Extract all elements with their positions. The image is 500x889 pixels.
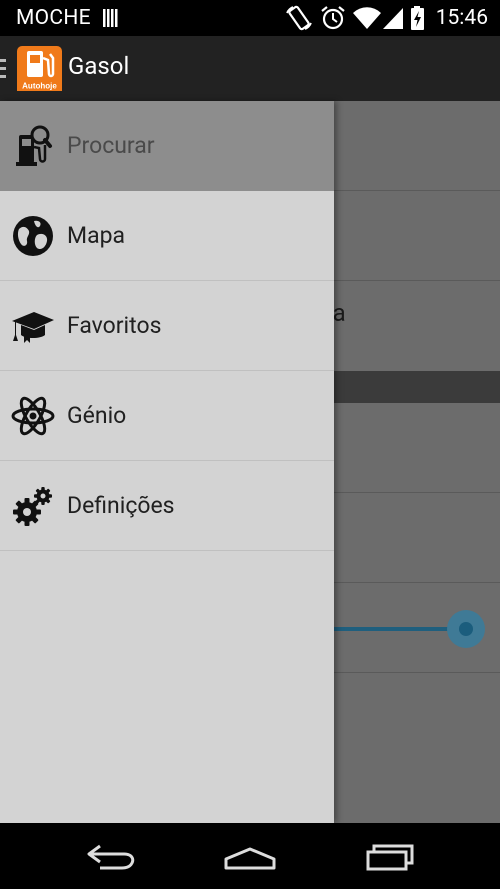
recent-apps-icon[interactable]	[364, 837, 416, 877]
atom-icon	[11, 396, 55, 436]
battery-charging-icon	[410, 6, 424, 30]
wifi-icon	[352, 7, 381, 29]
gears-icon	[13, 487, 52, 526]
drawer-item-definicoes[interactable]: Definições	[0, 461, 334, 551]
app-title: Gasol	[68, 52, 130, 80]
drawer-item-genio[interactable]: Génio	[0, 371, 334, 461]
app-logo-icon[interactable]: Autohoje	[17, 46, 62, 91]
clock: 15:46	[435, 6, 488, 30]
action-bar: Autohoje Gasol	[0, 36, 500, 101]
system-nav-bar	[0, 823, 500, 889]
drawer-item-label: Favoritos	[67, 312, 162, 339]
drawer-item-label: Génio	[67, 402, 127, 429]
fuel-pump-search-icon	[16, 125, 52, 166]
home-icon[interactable]	[222, 837, 278, 877]
carrier-name: MOCHE	[16, 6, 91, 30]
navigation-drawer: Procurar Mapa Favoritos Génio Definições	[0, 101, 334, 823]
alarm-icon	[321, 6, 345, 30]
back-icon[interactable]	[84, 837, 138, 877]
drawer-item-label: Mapa	[67, 222, 126, 249]
drawer-item-favoritos[interactable]: Favoritos	[0, 281, 334, 371]
graduation-cap-icon	[12, 312, 54, 343]
drawer-item-label: Definições	[67, 492, 175, 519]
status-bar: MOCHE 15:46	[0, 0, 500, 36]
app-logo-text: Autohoje	[22, 82, 57, 91]
drawer-item-procurar[interactable]: Procurar	[0, 101, 334, 191]
slider-thumb-center	[459, 622, 473, 636]
drawer-indicator-icon[interactable]	[0, 57, 6, 81]
drawer-item-mapa[interactable]: Mapa	[0, 191, 334, 281]
signal-icon	[382, 8, 403, 29]
globe-icon	[13, 216, 53, 256]
sim-icon	[103, 9, 118, 27]
drawer-item-label: Procurar	[67, 132, 155, 159]
screen-rotate-icon	[285, 5, 312, 31]
